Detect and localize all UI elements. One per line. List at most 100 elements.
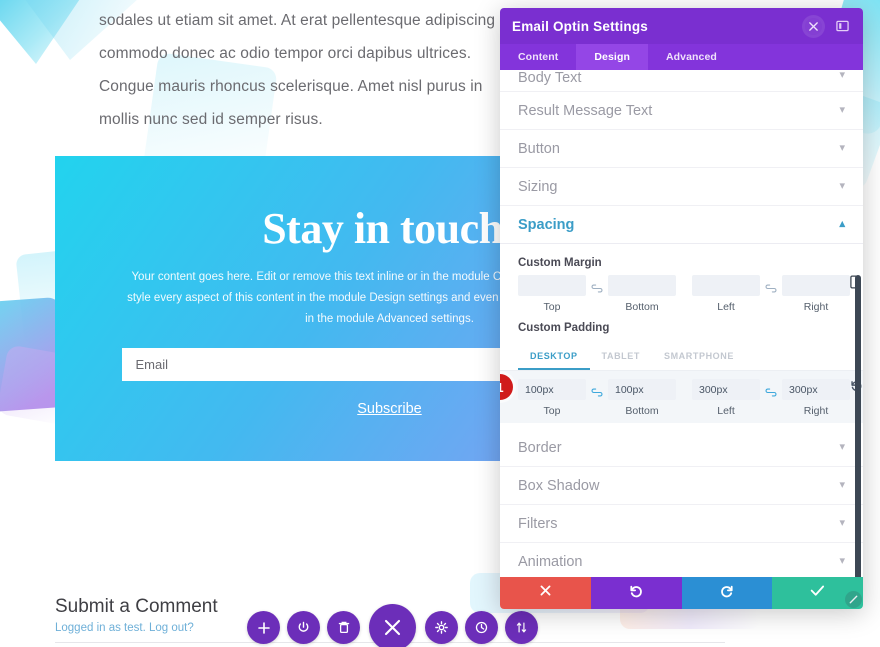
tab-advanced[interactable]: Advanced [648, 44, 735, 70]
subscribe-button[interactable]: Subscribe [357, 401, 421, 417]
add-module-button[interactable] [247, 611, 280, 644]
builder-toolbar [247, 604, 538, 647]
x-icon [539, 584, 552, 602]
section-border[interactable]: Border ▾ [500, 429, 863, 467]
clock-icon [475, 621, 488, 634]
check-icon [810, 584, 825, 602]
padding-right-cell: 300px Right [782, 379, 850, 417]
margin-left-input[interactable] [692, 275, 760, 296]
section-sizing[interactable]: Sizing ▾ [500, 168, 863, 206]
section-label: Body Text [518, 70, 582, 86]
section-label: Button [518, 140, 560, 157]
section-body-text[interactable]: Body Text ▾ [500, 70, 863, 92]
padding-fields: 100px Top 100px Bottom 300px Left 300px … [500, 379, 863, 417]
resize-handle[interactable] [845, 591, 862, 608]
section-label: Animation [518, 553, 583, 570]
margin-bottom-cell: Bottom [608, 275, 676, 313]
device-tab-desktop[interactable]: DESKTOP [518, 346, 590, 370]
chevron-down-icon: ▾ [839, 180, 845, 192]
history-button[interactable] [465, 611, 498, 644]
section-box-shadow[interactable]: Box Shadow ▾ [500, 467, 863, 505]
chevron-down-icon: ▾ [839, 142, 845, 154]
custom-margin-row: Top Bottom Left Right [500, 275, 863, 313]
cancel-button[interactable] [500, 577, 591, 609]
chevron-down-icon: ▾ [839, 70, 845, 81]
padding-bottom-caption: Bottom [625, 405, 659, 417]
section-label: Spacing [518, 216, 575, 233]
link-icon[interactable] [586, 388, 608, 409]
section-filters[interactable]: Filters ▾ [500, 505, 863, 543]
section-label: Border [518, 439, 562, 456]
toggle-power-button[interactable] [287, 611, 320, 644]
sort-button[interactable] [505, 611, 538, 644]
delete-button[interactable] [327, 611, 360, 644]
padding-left-caption: Left [717, 405, 735, 417]
gear-icon [435, 621, 448, 634]
section-result-message-text[interactable]: Result Message Text ▾ [500, 92, 863, 130]
redo-icon [720, 584, 734, 603]
device-tab-smartphone[interactable]: SMARTPHONE [652, 346, 746, 370]
padding-right-input[interactable]: 300px [782, 379, 850, 400]
modal-header[interactable]: Email Optin Settings [500, 8, 863, 44]
padding-bottom-input[interactable]: 100px [608, 379, 676, 400]
layout-toggle-icon[interactable] [834, 18, 851, 35]
margin-left-cell: Left [692, 275, 760, 313]
device-tab-tablet[interactable]: TABLET [590, 346, 652, 370]
custom-margin-label: Custom Margin [518, 257, 602, 269]
link-icon[interactable] [586, 284, 608, 305]
section-button[interactable]: Button ▾ [500, 130, 863, 168]
margin-top-input[interactable] [518, 275, 586, 296]
margin-right-input[interactable] [782, 275, 850, 296]
chevron-up-icon: ▴ [839, 218, 845, 230]
undo-button[interactable] [590, 577, 682, 609]
padding-right-caption: Right [803, 405, 829, 417]
modal-body: Body Text ▾ Result Message Text ▾ Button… [500, 70, 863, 577]
padding-left-cell: 300px Left [692, 379, 760, 417]
chevron-down-icon: ▾ [839, 441, 845, 453]
section-label: Result Message Text [518, 102, 653, 119]
close-builder-button[interactable] [369, 604, 416, 647]
redo-button[interactable] [681, 577, 773, 609]
margin-top-cell: Top [518, 275, 586, 313]
tab-content[interactable]: Content [500, 44, 576, 70]
padding-top-caption: Top [543, 405, 561, 417]
comment-login-notice[interactable]: Logged in as test. Log out? [55, 622, 194, 634]
link-icon[interactable] [760, 284, 782, 305]
link-icon[interactable] [760, 388, 782, 409]
chevron-down-icon: ▾ [839, 555, 845, 567]
padding-bottom-cell: 100px Bottom [608, 379, 676, 417]
chevron-down-icon: ▾ [839, 104, 845, 116]
power-icon [297, 621, 310, 634]
padding-device-tabs: DESKTOP TABLET SMARTPHONE [500, 340, 863, 370]
margin-bottom-input[interactable] [608, 275, 676, 296]
modal-title: Email Optin Settings [512, 18, 649, 34]
sort-arrows-icon [515, 621, 528, 634]
margin-right-caption: Right [803, 301, 829, 313]
chevron-down-icon: ▾ [839, 479, 845, 491]
screen: sodales ut etiam sit amet. At erat pelle… [0, 0, 880, 647]
page-paragraph: sodales ut etiam sit amet. At erat pelle… [99, 12, 496, 128]
margin-bottom-caption: Bottom [625, 301, 659, 313]
modal-header-actions [805, 17, 851, 35]
section-spacing[interactable]: Spacing ▴ [500, 206, 863, 244]
undo-icon [629, 584, 643, 603]
modal-scrollbar[interactable] [855, 275, 861, 577]
section-animation[interactable]: Animation ▾ [500, 543, 863, 577]
section-label: Sizing [518, 178, 558, 195]
padding-vertical-group: 100px Top 100px Bottom [518, 379, 676, 417]
comment-form-title: Submit a Comment [55, 596, 218, 617]
padding-top-input[interactable]: 100px [518, 379, 586, 400]
margin-top-caption: Top [543, 301, 561, 313]
padding-left-input[interactable]: 300px [692, 379, 760, 400]
tab-design[interactable]: Design [576, 44, 648, 70]
decorative-triangle [0, 0, 90, 64]
chevron-down-icon: ▾ [839, 517, 845, 529]
plus-icon [257, 621, 270, 634]
close-icon [383, 618, 402, 637]
padding-horizontal-group: 300px Left 300px Right [692, 379, 850, 417]
settings-button[interactable] [425, 611, 458, 644]
drag-handle-icon[interactable] [805, 17, 822, 35]
margin-right-cell: Right [782, 275, 850, 313]
settings-modal: Email Optin Settings Content Design Adva… [500, 8, 863, 609]
trash-icon [338, 621, 350, 634]
